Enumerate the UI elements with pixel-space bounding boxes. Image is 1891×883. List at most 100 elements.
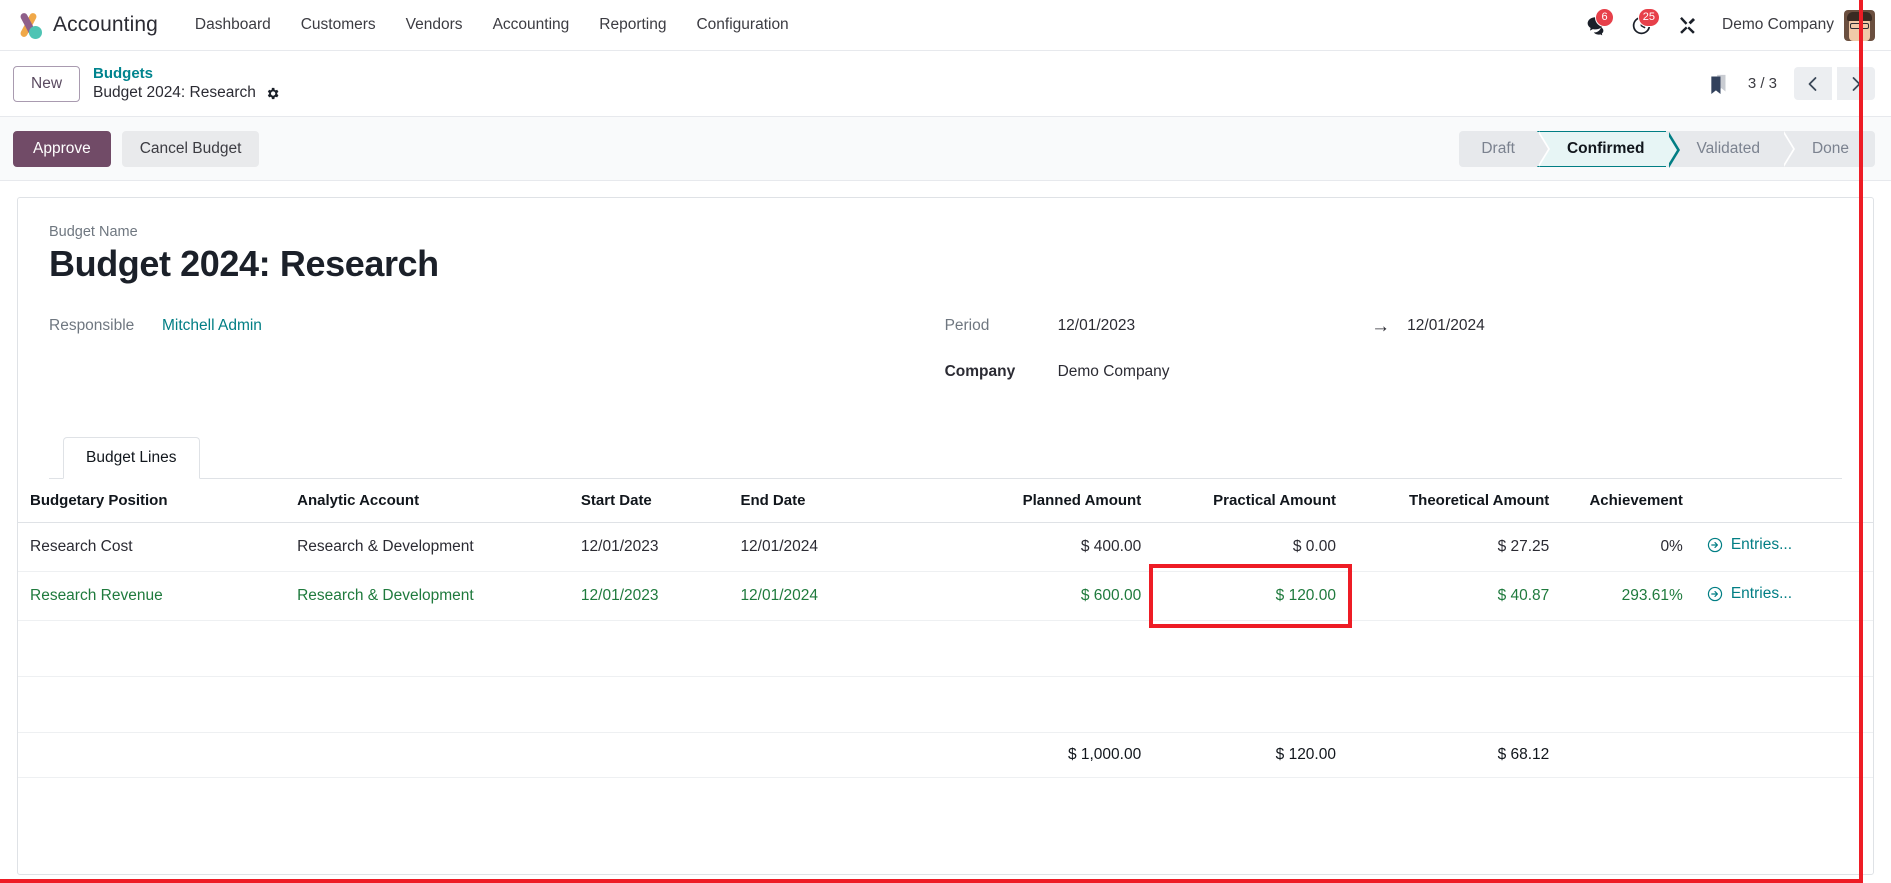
column-header-budgetary-position[interactable]: Budgetary Position bbox=[18, 479, 286, 524]
form-sheet-wrapper: Budget Name Budget 2024: Research Respon… bbox=[0, 181, 1891, 875]
period-end-group: → 12/01/2024 bbox=[1371, 317, 1485, 336]
entries-link-label: Entries... bbox=[1730, 536, 1793, 554]
menu-item-dashboard[interactable]: Dashboard bbox=[180, 9, 286, 41]
messages-badge: 6 bbox=[1595, 8, 1614, 27]
breadcrumb-parent-budgets[interactable]: Budgets bbox=[93, 64, 280, 83]
messages-button[interactable]: 6 bbox=[1572, 8, 1618, 42]
cell-end-date[interactable]: 12/01/2024 bbox=[728, 571, 927, 622]
cell-entries-highlighted: Entries... bbox=[1694, 571, 1873, 622]
approve-button[interactable]: Approve bbox=[13, 130, 111, 167]
user-avatar[interactable] bbox=[1844, 9, 1875, 41]
budget-name-label: Budget Name bbox=[49, 224, 138, 240]
table-row-empty bbox=[18, 676, 1873, 734]
wrench-screwdriver-icon bbox=[1679, 16, 1695, 34]
cell-analytic-account[interactable]: Research & Development bbox=[285, 522, 569, 573]
cell-analytic-account[interactable]: Research & Development bbox=[285, 571, 569, 622]
cell-achievement[interactable]: 293.61% bbox=[1561, 571, 1695, 622]
arrow-circle-right-icon bbox=[1707, 538, 1723, 553]
activities-button[interactable]: 25 bbox=[1618, 8, 1664, 42]
new-record-button[interactable]: New bbox=[13, 65, 81, 102]
status-step-confirmed-label: Confirmed bbox=[1566, 139, 1645, 157]
arrow-circle-right-icon bbox=[1707, 587, 1723, 602]
menu-item-accounting[interactable]: Accounting bbox=[478, 9, 585, 41]
period-label: Period bbox=[944, 317, 990, 335]
chevron-left-icon bbox=[1808, 76, 1817, 91]
cell-end-date[interactable]: 12/01/2024 bbox=[728, 522, 927, 573]
cell-practical-amount[interactable]: $ 0.00 bbox=[1153, 522, 1348, 573]
cell-practical-amount-highlighted[interactable]: $ 120.00 bbox=[1149, 563, 1352, 628]
status-step-draft[interactable]: Draft bbox=[1459, 130, 1550, 167]
cell-theoretical-amount[interactable]: $ 40.87 bbox=[1347, 571, 1562, 622]
budget-lines-table: Budgetary Position Analytic Account Star… bbox=[18, 479, 1873, 779]
table-row[interactable]: Research Revenue Research & Development … bbox=[18, 563, 1873, 628]
company-switcher[interactable]: Demo Company bbox=[1710, 16, 1844, 34]
entries-link-label: Entries... bbox=[1730, 585, 1793, 603]
cell-achievement[interactable]: 0% bbox=[1561, 522, 1695, 573]
cell-start-date[interactable]: 12/01/2023 bbox=[568, 571, 729, 622]
pager-counter[interactable]: 3 / 3 bbox=[1738, 75, 1791, 92]
table-body: Research Cost Research & Development 12/… bbox=[18, 522, 1873, 734]
menu-item-configuration[interactable]: Configuration bbox=[681, 9, 803, 41]
entries-link[interactable]: Entries... bbox=[1707, 585, 1792, 603]
tab-budget-lines[interactable]: Budget Lines bbox=[63, 437, 200, 480]
column-header-planned-amount[interactable]: Planned Amount bbox=[926, 479, 1154, 524]
cell-start-date[interactable]: 12/01/2023 bbox=[568, 522, 729, 573]
notebook-tabs: Budget Lines bbox=[49, 436, 1842, 480]
responsible-value[interactable]: Mitchell Admin bbox=[162, 317, 262, 335]
period-field-row: Period 12/01/2023 → 12/01/2024 bbox=[945, 308, 1842, 344]
form-column-left: Responsible Mitchell Admin bbox=[49, 308, 928, 400]
cell-budgetary-position[interactable]: Research Revenue bbox=[18, 571, 286, 622]
pager-next-button[interactable] bbox=[1837, 67, 1875, 100]
developer-tools-button[interactable] bbox=[1664, 8, 1710, 42]
cell-planned-amount[interactable]: $ 400.00 bbox=[926, 522, 1154, 573]
company-value[interactable]: Demo Company bbox=[1058, 363, 1170, 381]
app-name[interactable]: Accounting bbox=[53, 13, 158, 37]
empty-row-cell bbox=[18, 676, 1873, 734]
table-header-row: Budgetary Position Analytic Account Star… bbox=[18, 479, 1873, 524]
column-header-theoretical-amount[interactable]: Theoretical Amount bbox=[1347, 479, 1562, 524]
bookmark-icon[interactable] bbox=[1701, 68, 1735, 100]
company-field-row: Company Demo Company bbox=[945, 354, 1842, 390]
gear-icon[interactable] bbox=[265, 86, 280, 101]
form-column-right: Period 12/01/2023 → 12/01/2024 Company D… bbox=[928, 308, 1842, 400]
totals-spacer bbox=[18, 732, 286, 779]
column-header-analytic-account[interactable]: Analytic Account bbox=[285, 479, 569, 524]
status-step-validated[interactable]: Validated bbox=[1666, 130, 1796, 167]
column-header-end-date[interactable]: End Date bbox=[728, 479, 927, 524]
responsible-label: Responsible bbox=[49, 317, 135, 335]
entries-link[interactable]: Entries... bbox=[1707, 536, 1792, 554]
arrow-right-icon: → bbox=[1371, 315, 1391, 337]
chevron-right-icon bbox=[1852, 76, 1861, 91]
table-row-empty bbox=[18, 620, 1873, 678]
status-pipeline: Draft Confirmed Validated Done bbox=[1459, 130, 1875, 168]
notebook: Budget Lines bbox=[49, 436, 1842, 480]
cell-budgetary-position[interactable]: Research Cost bbox=[18, 522, 286, 573]
odoo-logo-icon[interactable] bbox=[14, 10, 44, 40]
menu-item-vendors[interactable]: Vendors bbox=[391, 9, 478, 41]
column-header-entries bbox=[1694, 479, 1873, 524]
column-header-start-date[interactable]: Start Date bbox=[568, 479, 729, 524]
control-panel: New Budgets Budget 2024: Research 3 / 3 bbox=[0, 51, 1891, 117]
totals-spacer bbox=[1561, 732, 1695, 779]
menu-item-reporting[interactable]: Reporting bbox=[584, 9, 681, 41]
cancel-budget-button[interactable]: Cancel Budget bbox=[121, 130, 260, 167]
period-end-date[interactable]: 12/01/2024 bbox=[1407, 317, 1485, 335]
empty-row-cell bbox=[18, 620, 1873, 678]
cell-planned-amount[interactable]: $ 600.00 bbox=[926, 571, 1154, 622]
status-step-done[interactable]: Done bbox=[1781, 130, 1875, 167]
period-start-date[interactable]: 12/01/2023 bbox=[1058, 317, 1136, 335]
total-practical-amount: $ 120.00 bbox=[1153, 732, 1348, 779]
table-row[interactable]: Research Cost Research & Development 12/… bbox=[18, 522, 1873, 573]
table-footer: $ 1,000.00 $ 120.00 $ 68.12 bbox=[18, 732, 1873, 779]
breadcrumb: Budgets Budget 2024: Research bbox=[93, 64, 280, 103]
column-header-practical-amount[interactable]: Practical Amount bbox=[1153, 479, 1348, 524]
page-title[interactable]: Budget 2024: Research bbox=[49, 243, 1842, 284]
total-theoretical-amount: $ 68.12 bbox=[1347, 732, 1562, 779]
totals-spacer bbox=[568, 732, 729, 779]
totals-spacer bbox=[1694, 732, 1873, 779]
pager-previous-button[interactable] bbox=[1794, 67, 1832, 100]
status-step-confirmed[interactable]: Confirmed bbox=[1536, 130, 1680, 168]
menu-item-customers[interactable]: Customers bbox=[286, 9, 391, 41]
cell-theoretical-amount[interactable]: $ 27.25 bbox=[1347, 522, 1562, 573]
column-header-achievement[interactable]: Achievement bbox=[1561, 479, 1695, 524]
